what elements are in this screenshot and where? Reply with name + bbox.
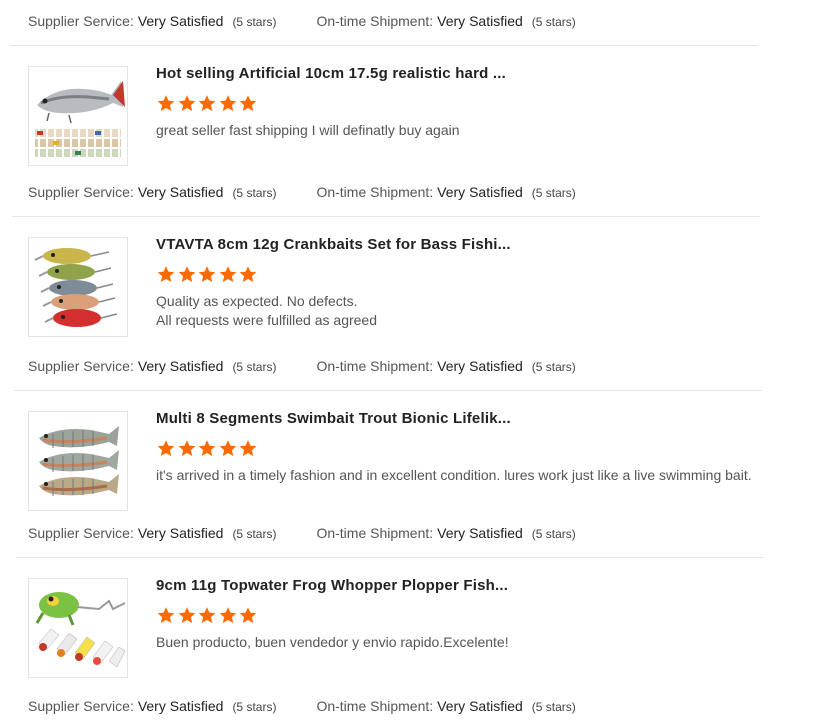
supplier-service-label: Supplier Service: — [28, 184, 134, 200]
review-text-line: Buen producto, buen vendedor y envio rap… — [156, 634, 509, 650]
ontime-shipment-value: Very Satisfied — [437, 184, 523, 200]
supplier-service-value: Very Satisfied — [137, 184, 224, 200]
rating-row: Supplier Service: Very Satisfied (5 star… — [28, 358, 576, 374]
product-title[interactable]: VTAVTA 8cm 12g Crankbaits Set for Bass F… — [156, 236, 511, 253]
supplier-service-label: Supplier Service: — [28, 525, 134, 541]
rating-row: Supplier Service: Very Satisfied (5 star… — [28, 525, 576, 541]
star-icon — [157, 607, 175, 624]
star-icon — [198, 607, 216, 624]
rating-row: Supplier Service: Very Satisfied (5 star… — [28, 13, 576, 29]
supplier-service-label: Supplier Service: — [28, 698, 134, 714]
star-icon — [219, 440, 236, 457]
ontime-shipment-label: On-time Shipment: — [316, 184, 434, 200]
star-icon — [178, 266, 195, 283]
star-icon — [239, 440, 257, 457]
supplier-service-rating: Supplier Service: Very Satisfied (5 star… — [28, 184, 276, 200]
review-text: it's arrived in a timely fashion and in … — [156, 466, 752, 485]
ontime-shipment-stars: (5 stars) — [531, 15, 576, 29]
star-rating — [156, 94, 259, 113]
star-icon — [178, 95, 195, 112]
supplier-service-stars: (5 stars) — [232, 15, 277, 29]
star-icon — [219, 266, 236, 283]
supplier-service-label: Supplier Service: — [28, 358, 134, 374]
supplier-service-label: Supplier Service: — [28, 13, 134, 29]
supplier-service-rating: Supplier Service: Very Satisfied (5 star… — [28, 13, 276, 29]
divider — [16, 557, 764, 558]
star-icon — [178, 440, 195, 457]
divider — [12, 216, 760, 217]
ontime-shipment-stars: (5 stars) — [531, 527, 576, 541]
review-text-line: Quality as expected. No defects. — [156, 293, 358, 309]
star-rating — [156, 265, 259, 284]
ontime-shipment-rating: On-time Shipment: Very Satisfied (5 star… — [316, 525, 575, 541]
ontime-shipment-label: On-time Shipment: — [316, 525, 434, 541]
divider — [10, 45, 758, 46]
crankbait-set-image[interactable] — [28, 237, 128, 337]
star-icon — [239, 95, 257, 112]
ontime-shipment-value: Very Satisfied — [437, 13, 523, 29]
ontime-shipment-stars: (5 stars) — [531, 186, 576, 200]
star-icon — [239, 266, 257, 283]
star-icon — [198, 440, 216, 457]
review-text: great seller fast shipping I will defina… — [156, 121, 460, 140]
supplier-service-value: Very Satisfied — [137, 525, 224, 541]
frog-plopper-lure-image[interactable] — [28, 578, 128, 678]
supplier-service-rating: Supplier Service: Very Satisfied (5 star… — [28, 525, 276, 541]
review-text: Quality as expected. No defects. All req… — [156, 292, 377, 330]
star-icon — [198, 95, 216, 112]
supplier-service-stars: (5 stars) — [232, 186, 277, 200]
product-title[interactable]: Hot selling Artificial 10cm 17.5g realis… — [156, 65, 506, 82]
supplier-service-stars: (5 stars) — [232, 700, 277, 714]
rating-row: Supplier Service: Very Satisfied (5 star… — [28, 698, 576, 714]
review-text-line: great seller fast shipping I will defina… — [156, 122, 460, 138]
supplier-service-stars: (5 stars) — [232, 527, 277, 541]
product-title[interactable]: 9cm 11g Topwater Frog Whopper Plopper Fi… — [156, 577, 508, 594]
supplier-service-value: Very Satisfied — [137, 698, 224, 714]
star-rating — [156, 439, 259, 458]
ontime-shipment-value: Very Satisfied — [437, 698, 523, 714]
supplier-service-value: Very Satisfied — [137, 13, 224, 29]
ontime-shipment-stars: (5 stars) — [531, 360, 576, 374]
product-title[interactable]: Multi 8 Segments Swimbait Trout Bionic L… — [156, 410, 511, 427]
star-rating — [156, 606, 259, 625]
supplier-service-value: Very Satisfied — [137, 358, 224, 374]
ontime-shipment-rating: On-time Shipment: Very Satisfied (5 star… — [316, 698, 575, 714]
star-icon — [198, 266, 216, 283]
rating-row: Supplier Service: Very Satisfied (5 star… — [28, 184, 576, 200]
ontime-shipment-rating: On-time Shipment: Very Satisfied (5 star… — [316, 358, 575, 374]
star-icon — [157, 440, 175, 457]
supplier-service-rating: Supplier Service: Very Satisfied (5 star… — [28, 698, 276, 714]
ontime-shipment-stars: (5 stars) — [531, 700, 576, 714]
supplier-service-rating: Supplier Service: Very Satisfied (5 star… — [28, 358, 276, 374]
star-icon — [239, 607, 257, 624]
star-icon — [219, 607, 236, 624]
ontime-shipment-rating: On-time Shipment: Very Satisfied (5 star… — [316, 13, 575, 29]
ontime-shipment-label: On-time Shipment: — [316, 13, 434, 29]
review-text: Buen producto, buen vendedor y envio rap… — [156, 633, 509, 652]
review-text-line: All requests were fulfilled as agreed — [156, 312, 378, 328]
review-text-line: it's arrived in a timely fashion and in … — [156, 467, 752, 483]
swimbait-lure-set-image[interactable] — [28, 66, 128, 166]
ontime-shipment-value: Very Satisfied — [437, 525, 523, 541]
star-icon — [219, 95, 236, 112]
ontime-shipment-label: On-time Shipment: — [316, 358, 434, 374]
ontime-shipment-label: On-time Shipment: — [316, 698, 434, 714]
segmented-trout-lure-image[interactable] — [28, 411, 128, 511]
star-icon — [157, 266, 175, 283]
ontime-shipment-value: Very Satisfied — [437, 358, 523, 374]
star-icon — [157, 95, 175, 112]
star-icon — [178, 607, 195, 624]
ontime-shipment-rating: On-time Shipment: Very Satisfied (5 star… — [316, 184, 575, 200]
divider — [14, 390, 762, 391]
supplier-service-stars: (5 stars) — [232, 360, 277, 374]
